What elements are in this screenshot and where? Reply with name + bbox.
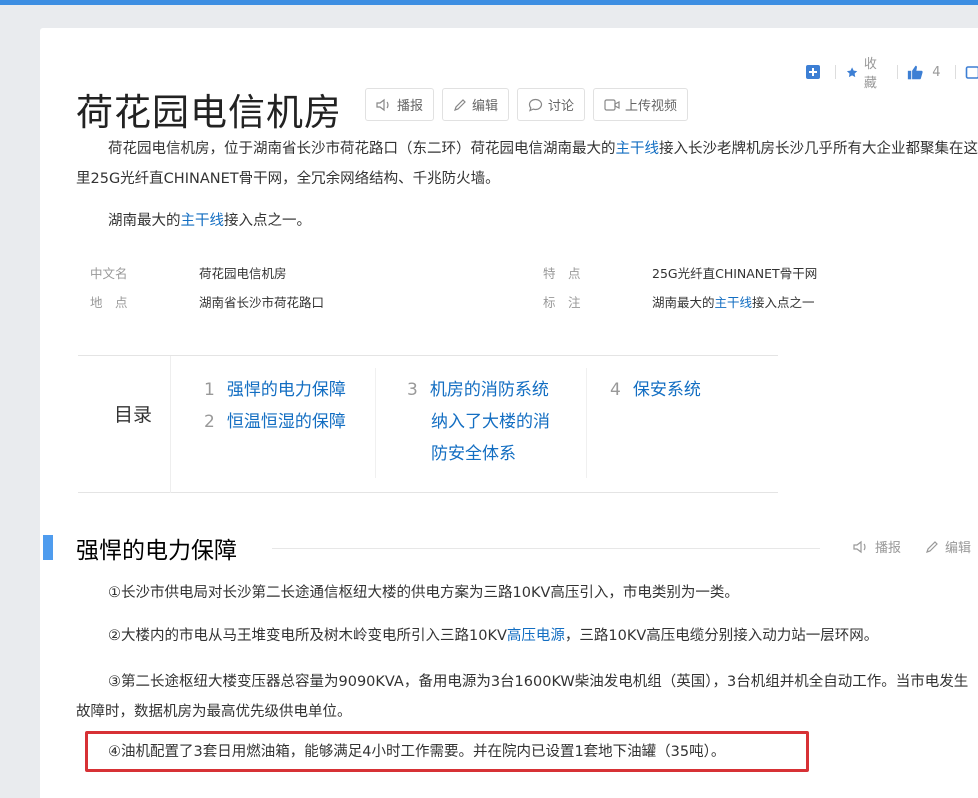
broadcast-button[interactable]: 播报 <box>365 88 435 121</box>
link-high-voltage-power[interactable]: 高压电源 <box>507 628 565 644</box>
section-broadcast-button[interactable]: 播报 <box>875 537 901 556</box>
toc-label: 目录 <box>114 404 153 426</box>
toc-text: 机房的消防系统 <box>429 380 549 400</box>
page-tools: 收藏 4 <box>805 57 978 91</box>
toc-number: 1 <box>204 380 215 400</box>
section-paragraph: ①长沙市供电局对长沙第二长途通信枢纽大楼的供电方案为三路10KV高压引入，市电类… <box>108 585 739 601</box>
toc-item[interactable]: 1 强悍的电力保障 <box>204 374 346 406</box>
divider <box>586 368 587 478</box>
like-count: 4 <box>932 64 941 80</box>
upload-video-label: 上传视频 <box>625 99 678 114</box>
info-key: 地 点 <box>90 295 128 310</box>
summary-paragraph: 荷花园电信机房，位于湖南省长沙市荷花路口（东二环）荷花园电信湖南最大的主干线接入… <box>76 134 978 194</box>
info-text: 接入点之一 <box>752 295 815 310</box>
upload-video-button[interactable]: 上传视频 <box>593 88 689 121</box>
title-actions: 播报 编辑 讨论 上传视频 <box>365 88 696 121</box>
toc-item-continued[interactable]: 防安全体系 <box>431 438 516 470</box>
section-paragraph-highlighted: ④油机配置了3套日用燃油箱，能够满足4小时工作需要。并在院内已设置1套地下油罐（… <box>108 744 726 760</box>
toc-item-continued[interactable]: 纳入了大楼的消 <box>431 406 550 438</box>
favorite-button[interactable]: 收藏 <box>846 53 883 91</box>
plus-square-icon <box>806 65 820 79</box>
divider <box>170 356 171 493</box>
info-value: 湖南最大的主干线接入点之一 <box>652 292 815 311</box>
top-accent-bar <box>0 0 978 5</box>
section-paragraph: ②大楼内的市电从马王堆变电所及树木岭变电所引入三路10KV高压电源，三路10KV… <box>76 621 878 651</box>
share-button[interactable] <box>965 64 978 80</box>
section-text: ，三路10KV高压电缆分别接入动力站一层环网。 <box>564 628 879 644</box>
link-trunk-line[interactable]: 主干线 <box>715 295 753 310</box>
page-title: 荷花园电信机房 <box>76 91 342 134</box>
summary-text: 荷花园电信机房，位于湖南省长沙市荷花路口（东二环）荷花园电信湖南最大的 <box>108 141 616 157</box>
section-edit-button[interactable]: 编辑 <box>945 537 971 556</box>
info-key: 特 点 <box>543 266 581 281</box>
toc-item[interactable]: 4 保安系统 <box>610 374 701 406</box>
info-value: 湖南省长沙市荷花路口 <box>199 295 325 310</box>
thumbs-up-icon <box>908 65 923 79</box>
toc-number: 2 <box>204 412 215 432</box>
toc-text: 强悍的电力保障 <box>226 380 346 400</box>
section-marker <box>43 535 53 560</box>
summary-paragraph: 湖南最大的主干线接入点之一。 <box>76 206 311 236</box>
pencil-icon <box>454 98 466 111</box>
section-divider <box>272 548 820 549</box>
link-trunk-line[interactable]: 主干线 <box>181 213 225 229</box>
info-key: 中文名 <box>90 266 128 281</box>
info-value: 荷花园电信机房 <box>199 266 287 281</box>
section-paragraph: ③第二长途枢纽大楼变压器总容量为9090KVA，备用电源为3台1600KW柴油发… <box>76 674 969 720</box>
speaker-icon <box>853 540 866 553</box>
toc-item[interactable]: 2 恒温恒湿的保障 <box>204 406 346 438</box>
like-button[interactable]: 4 <box>907 64 941 81</box>
toc-number: 3 <box>407 380 418 400</box>
info-key: 标 注 <box>543 295 581 310</box>
section-tools: 播报 编辑 <box>853 537 971 556</box>
star-icon <box>846 66 857 77</box>
info-value: 25G光纤直CHINANET骨干网 <box>652 266 818 281</box>
summary-text: 湖南最大的 <box>108 213 181 229</box>
broadcast-label: 播报 <box>397 99 424 114</box>
divider <box>896 65 898 79</box>
toc-text: 保安系统 <box>632 380 701 400</box>
discuss-button[interactable]: 讨论 <box>517 88 586 121</box>
summary-text: 接入点之一。 <box>224 213 311 229</box>
favorite-label: 收藏 <box>863 57 877 91</box>
speaker-icon <box>376 98 389 111</box>
info-text: 湖南最大的 <box>652 295 715 310</box>
toc-text: 恒温恒湿的保障 <box>226 412 346 432</box>
toc-item[interactable]: 3 机房的消防系统 <box>407 374 549 406</box>
pencil-icon <box>926 540 938 553</box>
section-title: 强悍的电力保障 <box>76 538 237 564</box>
divider <box>954 65 956 79</box>
video-icon <box>604 98 620 111</box>
share-icon <box>965 66 978 79</box>
edit-label: 编辑 <box>472 99 499 114</box>
divider <box>375 368 376 478</box>
discuss-label: 讨论 <box>548 99 575 114</box>
divider <box>835 65 836 79</box>
section-text: ②大楼内的市电从马王堆变电所及树木岭变电所引入三路10KV <box>108 628 507 644</box>
edit-button[interactable]: 编辑 <box>442 88 510 121</box>
table-of-contents: 目录 1 强悍的电力保障 2 恒温恒湿的保障 3 机房的消防系统 纳入了大楼的消 防安… <box>78 355 778 493</box>
chat-bubble-icon <box>528 98 543 112</box>
add-button[interactable] <box>805 64 821 80</box>
toc-number: 4 <box>610 380 621 400</box>
link-trunk-line[interactable]: 主干线 <box>616 141 660 157</box>
